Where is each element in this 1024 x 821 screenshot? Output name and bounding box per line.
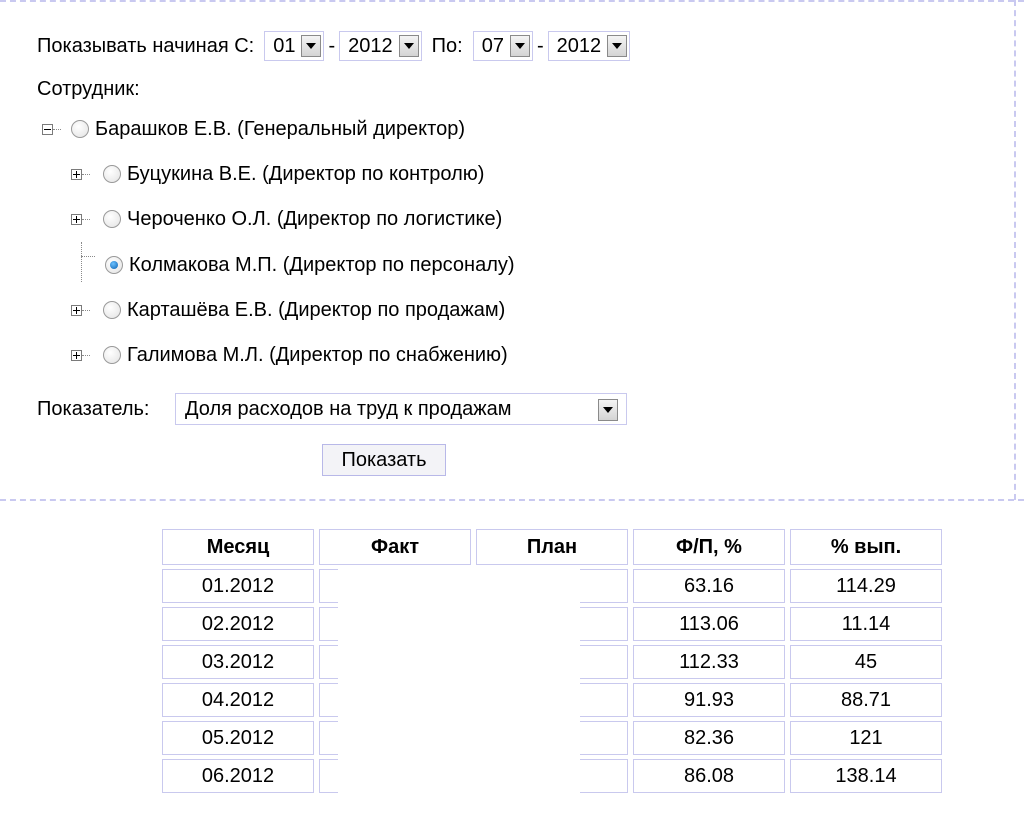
- tree-connector: [82, 309, 90, 311]
- employee-name: Колмакова М.П. (Директор по персоналу): [129, 253, 515, 276]
- tree-item-kartasheva[interactable]: Карташёва Е.В. (Директор по продажам): [71, 295, 505, 325]
- from-year-value: 2012: [348, 34, 393, 57]
- period-to-label: По:: [431, 34, 463, 57]
- cell-fp: 112.33: [633, 645, 785, 679]
- tree-item-kolmakova[interactable]: Колмакова М.П. (Директор по персоналу): [81, 250, 515, 280]
- show-button[interactable]: Показать: [322, 444, 446, 476]
- frame-right-border: [1014, 0, 1016, 500]
- header-fp: Ф/П, %: [633, 529, 785, 565]
- cell-fp: 113.06: [633, 607, 785, 641]
- expand-icon[interactable]: [71, 168, 82, 180]
- cell-month: 05.2012: [162, 721, 314, 755]
- collapse-icon[interactable]: [42, 123, 53, 135]
- from-month-value: 01: [273, 34, 296, 57]
- table-header-row: Месяц Факт План Ф/П, % % вып.: [162, 529, 942, 565]
- cell-pct: 138.14: [790, 759, 942, 793]
- chevron-down-icon[interactable]: [509, 35, 530, 57]
- section-separator: [0, 499, 1024, 501]
- employee-radio[interactable]: [103, 301, 121, 319]
- cell-fp: 63.16: [633, 569, 785, 603]
- tree-connector: [53, 128, 61, 130]
- cell-fp: 86.08: [633, 759, 785, 793]
- tree-connector: [82, 218, 90, 220]
- cell-pct: 11.14: [790, 607, 942, 641]
- cell-month: 06.2012: [162, 759, 314, 793]
- employee-name: Чероченко О.Л. (Директор по логистике): [127, 207, 503, 230]
- employee-name: Барашков Е.В. (Генеральный директор): [95, 117, 465, 140]
- period-row: Показывать начиная С: 01 - 2012 По: 07 -…: [37, 31, 631, 61]
- employee-radio[interactable]: [103, 346, 121, 364]
- indicator-label: Показатель:: [37, 398, 150, 420]
- indicator-value: Доля расходов на труд к продажам: [185, 397, 512, 420]
- cell-pct: 114.29: [790, 569, 942, 603]
- employee-name: Галимова М.Л. (Директор по снабжению): [127, 343, 508, 366]
- cell-pct: 45: [790, 645, 942, 679]
- frame-top-border: [0, 0, 1024, 2]
- tree-item-butsukina[interactable]: Буцукина В.Е. (Директор по контролю): [71, 159, 484, 189]
- chevron-down-icon[interactable]: [301, 35, 322, 57]
- chevron-down-icon[interactable]: [398, 35, 419, 57]
- to-year-value: 2012: [556, 34, 602, 57]
- employee-name: Карташёва Е.В. (Директор по продажам): [127, 298, 506, 321]
- header-fact: Факт: [319, 529, 471, 565]
- cell-pct: 88.71: [790, 683, 942, 717]
- tree-item-barashkov[interactable]: Барашков Е.В. (Генеральный директор): [42, 114, 465, 144]
- tree-item-galimova[interactable]: Галимова М.Л. (Директор по снабжению): [71, 340, 508, 370]
- to-month-value: 07: [481, 34, 504, 57]
- cell-month: 04.2012: [162, 683, 314, 717]
- expand-icon[interactable]: [71, 304, 82, 316]
- employee-radio[interactable]: [71, 120, 89, 138]
- cell-pct: 121: [790, 721, 942, 755]
- cell-fp: 82.36: [633, 721, 785, 755]
- from-year-select[interactable]: 2012: [339, 31, 422, 61]
- header-month: Месяц: [162, 529, 314, 565]
- period-dash: -: [328, 34, 336, 57]
- header-pct: % вып.: [790, 529, 942, 565]
- cell-fp: 91.93: [633, 683, 785, 717]
- cell-month: 03.2012: [162, 645, 314, 679]
- cell-month: 02.2012: [162, 607, 314, 641]
- period-from-label: Показывать начиная С:: [37, 34, 255, 57]
- redaction-mask: [338, 566, 580, 821]
- tree-connector: [82, 354, 90, 356]
- chevron-down-icon[interactable]: [598, 399, 618, 421]
- chevron-down-icon[interactable]: [607, 35, 628, 57]
- employee-radio[interactable]: [103, 165, 121, 183]
- cell-month: 01.2012: [162, 569, 314, 603]
- header-plan: План: [476, 529, 628, 565]
- tree-item-cherochenko[interactable]: Чероченко О.Л. (Директор по логистике): [71, 204, 502, 234]
- employee-name: Буцукина В.Е. (Директор по контролю): [127, 162, 485, 185]
- to-year-select[interactable]: 2012: [547, 31, 631, 61]
- expand-icon[interactable]: [71, 349, 82, 361]
- employee-radio-selected[interactable]: [105, 256, 123, 274]
- employee-radio[interactable]: [103, 210, 121, 228]
- employee-label: Сотрудник:: [37, 78, 140, 100]
- tree-connector: [82, 173, 90, 175]
- period-dash-2: -: [536, 34, 544, 57]
- expand-icon[interactable]: [71, 213, 82, 225]
- tree-connector: [81, 255, 95, 257]
- from-month-select[interactable]: 01: [264, 31, 325, 61]
- to-month-select[interactable]: 07: [472, 31, 533, 61]
- indicator-select[interactable]: Доля расходов на труд к продажам: [175, 393, 627, 425]
